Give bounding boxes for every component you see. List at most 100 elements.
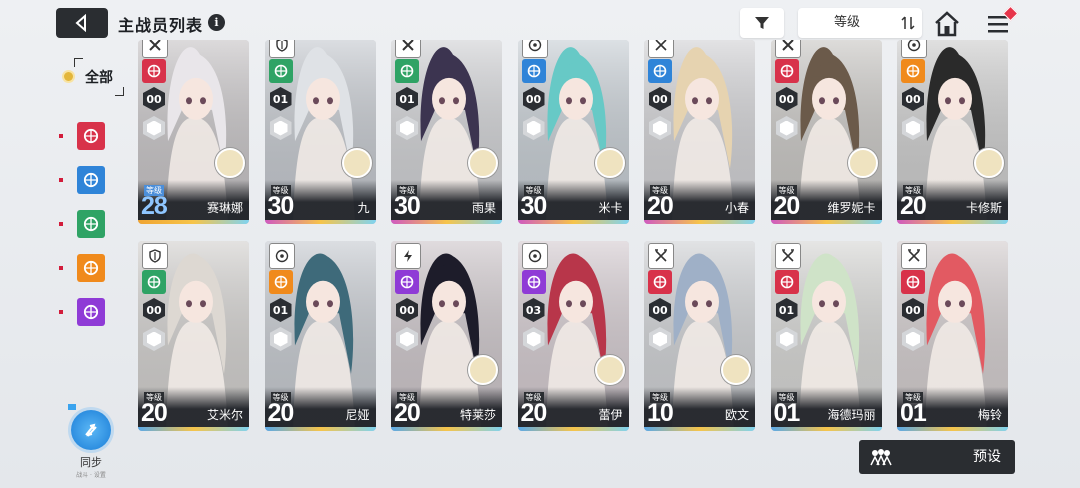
home-icon[interactable] [932,10,962,38]
filter-marker [59,266,63,270]
element-icon [268,59,293,83]
element-icon [142,270,166,294]
back-arrow-icon [75,14,86,32]
info-icon[interactable]: i [208,14,225,31]
filter-balance-element[interactable] [77,166,105,194]
level-value: 01 [900,399,927,427]
character-name: 维罗妮卡 [827,201,876,215]
character-card[interactable]: 00 等级 20 小春 [644,40,755,224]
partner-avatar [341,148,372,178]
corner-bracket [74,58,83,67]
character-card[interactable]: 01 等级 30 九 [264,40,376,224]
character-card[interactable]: 01 等级 30 雨果 [391,40,502,224]
filter-nature-element[interactable] [77,210,105,238]
filter-void-element[interactable] [77,298,105,326]
rarity-stripe [770,220,882,224]
rank-value: 00 [905,92,921,106]
rarity-stripe [391,220,502,224]
filter-marker [59,178,63,182]
level-value: 20 [520,399,548,427]
class-icon [395,40,421,58]
character-card[interactable]: 00 等级 30 米卡 [517,40,629,224]
character-name: 卡修斯 [965,201,1002,215]
class-icon [648,243,674,269]
rank-value: 01 [272,303,289,317]
class-icon [268,243,295,269]
sort-selector[interactable]: 等级 [798,8,922,38]
sync-button[interactable]: 同步 战斗 · 设置 [66,404,116,479]
level-value: 20 [647,192,674,220]
level-value: 30 [520,192,548,220]
partner-avatar [594,355,625,385]
top-bar: 主战员列表 i 等级 [0,0,1080,44]
character-card[interactable]: 00 等级 10 欧文 [644,241,755,431]
level-value: 20 [900,192,927,220]
element-icon [521,270,546,294]
element-icon [395,270,419,294]
character-card[interactable]: 00 等级 20 维罗妮卡 [770,40,882,224]
character-card[interactable]: 03 等级 20 蕾伊 [517,241,629,431]
filter-marker [59,310,63,314]
class-icon [521,243,548,269]
level-value: 20 [773,192,801,220]
character-card[interactable]: 00 等级 20 特莱莎 [391,241,502,431]
character-name: 特莱莎 [459,408,496,422]
rank-value: 00 [146,92,162,106]
rank-value: 00 [778,92,795,106]
partner-avatar [468,355,498,385]
sync-label: 同步 [80,456,102,469]
partner-avatar [594,148,625,178]
level-value: 28 [141,192,168,220]
element-icon [268,270,293,294]
sync-flag-icon [68,404,76,410]
partner-avatar [974,148,1004,178]
class-icon [395,243,421,269]
element-icon [648,270,672,294]
rank-value: 00 [146,303,162,317]
character-card[interactable]: 00 等级 20 艾米尔 [138,241,249,431]
rarity-stripe [264,427,376,431]
class-icon [142,243,168,269]
character-name: 小春 [724,201,749,215]
back-button[interactable] [56,8,108,38]
filter-burst-element[interactable] [77,122,105,150]
rarity-stripe [897,220,1008,224]
rarity-stripe [138,427,249,431]
character-name: 尼娅 [345,408,370,422]
element-icon [774,59,799,83]
character-card[interactable]: 01 等级 20 尼娅 [264,241,376,431]
element-icon [521,59,546,83]
level-value: 10 [647,399,674,427]
sync-sub-label: 战斗 · 设置 [76,472,106,479]
filter-button[interactable] [740,8,784,38]
rarity-stripe [391,427,502,431]
filter-marker [59,222,63,226]
character-card[interactable]: 01 等级 01 海德玛丽 [770,241,882,431]
character-card[interactable]: 00 等级 28 赛琳娜 [138,40,249,224]
menu-icon[interactable] [986,5,1019,38]
rank-value: 00 [652,303,668,317]
element-icon [901,270,925,294]
class-icon [901,243,927,269]
element-icon [142,59,166,83]
filter-solar-element[interactable] [77,254,105,282]
rarity-stripe [897,427,1008,431]
sort-order-icon[interactable] [898,13,918,33]
level-value: 30 [394,192,421,220]
burst-element-icon [83,128,99,144]
filter-all[interactable]: 全部 [64,58,124,96]
preset-button[interactable]: 预设 [859,440,1015,474]
character-card[interactable]: 00 等级 01 梅铃 [897,241,1008,431]
nature-element-icon [83,216,99,232]
element-icon [901,59,925,83]
character-card[interactable]: 00 等级 20 卡修斯 [897,40,1008,224]
team-preset-icon [870,449,892,466]
rank-value: 01 [399,92,415,106]
character-name: 艾米尔 [206,408,243,422]
rarity-stripe [644,220,755,224]
funnel-icon [755,17,769,29]
rarity-stripe [264,220,376,224]
solar-element-icon [83,260,99,276]
character-name: 米卡 [598,201,623,215]
rarity-stripe [517,427,629,431]
